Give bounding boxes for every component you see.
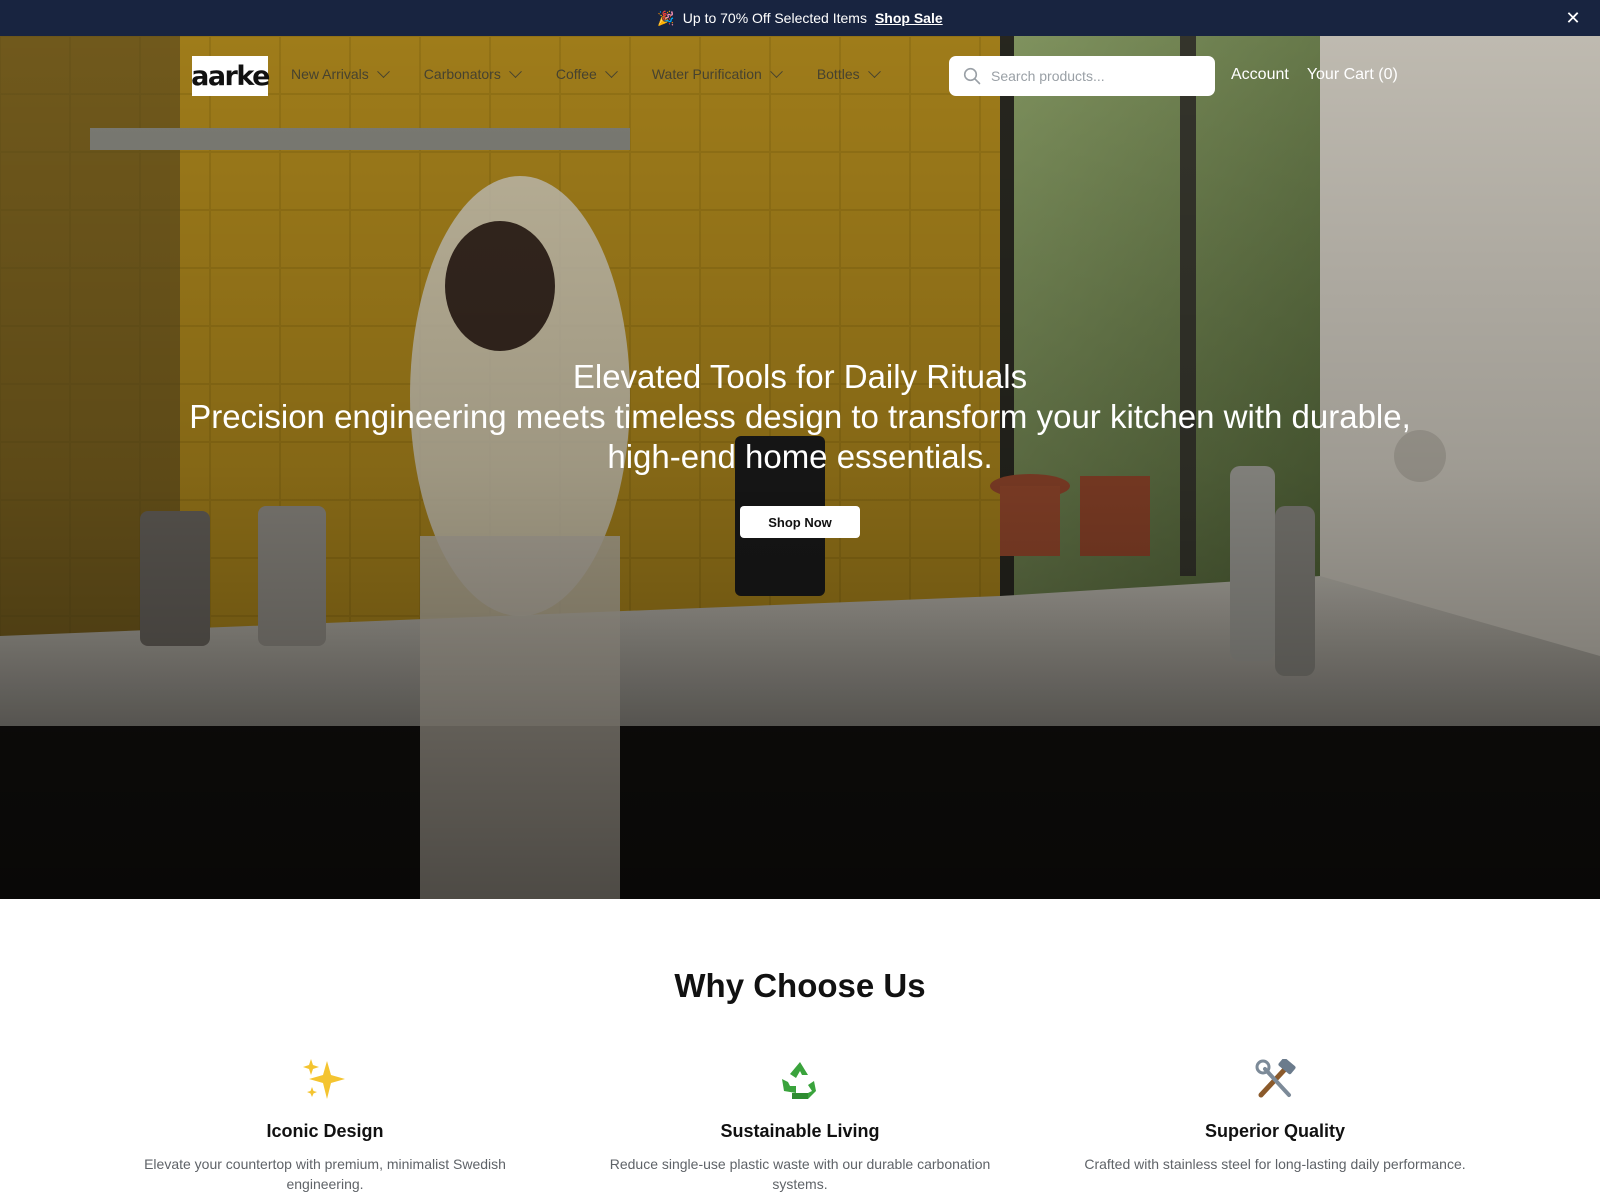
nav-item-new-arrivals[interactable]: New Arrivals [291,64,390,82]
why-choose-us-section: Why Choose Us Iconic Design Elevate your… [0,899,1600,1200]
feature-title: Sustainable Living [720,1121,880,1141]
shop-now-button[interactable]: Shop Now [740,506,860,538]
nav-item-label: New Arrivals [291,66,369,82]
chevron-down-icon [604,64,618,78]
recycle-icon [600,1059,1000,1101]
nav-item-carbonators[interactable]: Carbonators [423,64,522,82]
section-title: Why Choose Us [674,967,926,1004]
hero-content: Elevated Tools for Daily Rituals Precisi… [0,357,1600,477]
site-header: aarke New Arrivals Carbonators Coffee Wa… [0,36,1600,116]
announcement-bar: 🎉 Up to 70% Off Selected Items Shop Sale… [0,0,1600,36]
cart-link[interactable]: Your Cart (0) [1307,66,1398,84]
feature-card: Sustainable Living Reduce single-use pla… [600,1059,1000,1194]
chevron-down-icon [376,64,390,78]
feature-description: Crafted with stainless steel for long-la… [1084,1156,1466,1172]
close-icon[interactable]: ✕ [1562,7,1584,29]
feature-card: Iconic Design Elevate your countertop wi… [125,1059,525,1194]
chevron-down-icon [867,64,881,78]
nav-item-water-purification[interactable]: Water Purification [651,64,783,82]
search-icon [963,67,981,85]
feature-card: Superior Quality Crafted with stainless … [1075,1059,1475,1174]
account-link[interactable]: Account [1231,66,1289,84]
header-actions: Account Your Cart (0) [1231,66,1398,84]
shop-sale-link[interactable]: Shop Sale [875,10,943,26]
nav-item-label: Coffee [555,66,597,82]
search-input[interactable] [991,68,1201,84]
nav-item-label: Water Purification [651,66,762,82]
hero-subtitle: Precision engineering meets timeless des… [189,398,1411,475]
nav-item-coffee[interactable]: Coffee [555,64,618,82]
nav-item-label: Carbonators [423,66,501,82]
feature-title: Iconic Design [266,1121,384,1141]
aarke-logo[interactable]: aarke [191,56,270,96]
sparkles-icon [125,1059,525,1101]
tools-icon [1075,1059,1475,1101]
logo-text: aarke [191,60,270,92]
feature-description: Reduce single-use plastic waste with our… [609,1156,991,1192]
chevron-down-icon [508,64,522,78]
chevron-down-icon [769,64,783,78]
feature-title: Superior Quality [1204,1121,1346,1141]
nav-item-label: Bottles [816,66,860,82]
party-icon: 🎉 [657,9,675,26]
main-nav: New Arrivals Carbonators Coffee Water Pu… [291,64,915,82]
announcement-text: Up to 70% Off Selected Items [682,10,867,26]
feature-description: Elevate your countertop with premium, mi… [144,1156,506,1192]
nav-item-bottles[interactable]: Bottles [816,64,881,82]
search-box[interactable] [949,56,1215,96]
hero-title: Elevated Tools for Daily Rituals [572,358,1028,395]
